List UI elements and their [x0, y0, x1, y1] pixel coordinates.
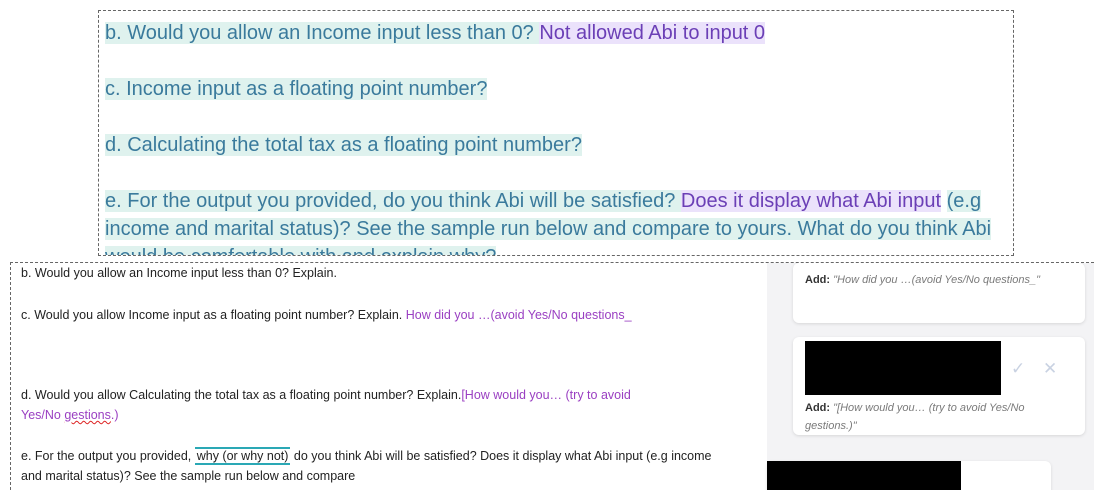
doc-question-c-text: c. Would you allow Income input as a flo… [21, 308, 406, 322]
excerpt-question-d-text: d. Calculating the total tax as a floati… [105, 134, 582, 156]
suggestion-card-text: Add: "[How would you… (try to avoid Yes/… [805, 399, 1077, 435]
excerpt-question-b-text: b. Would you allow an Income input less … [105, 22, 540, 44]
question-excerpt-panel: b. Would you allow an Income input less … [98, 10, 1014, 256]
excerpt-question-b-comment: Not allowed Abi to input 0 [539, 22, 766, 44]
check-icon[interactable]: ✓ [1011, 359, 1025, 379]
suggestion-card-label: Add: [805, 402, 831, 414]
redacted-author [767, 461, 961, 490]
doc-question-c-suggestion[interactable]: How did you …(avoid Yes/No questions_ [406, 308, 632, 322]
comments-sidebar: Add: "How did you …(avoid Yes/No questio… [767, 263, 1094, 490]
suggestion-card[interactable]: ✓ ✕ Add: "[How would you… (try to avoid … [793, 337, 1085, 435]
document-body[interactable]: b. Would you allow an Income input less … [11, 263, 763, 490]
doc-question-d: d. Would you allow Calculating the total… [21, 385, 661, 425]
spelling-error[interactable]: gestions [64, 408, 111, 422]
excerpt-question-e-comment: Does it display what Abi input [680, 190, 942, 212]
excerpt-question-c: c. Income input as a floating point numb… [105, 75, 488, 103]
excerpt-question-d: d. Calculating the total tax as a floati… [105, 131, 582, 159]
redacted-author [805, 341, 1001, 395]
close-icon[interactable]: ✕ [1043, 359, 1057, 379]
doc-question-e: e. For the output you provided, why (or … [21, 446, 721, 486]
excerpt-question-e-text: e. For the output you provided, do you t… [105, 190, 681, 212]
doc-question-c: c. Would you allow Income input as a flo… [21, 305, 661, 325]
inserted-suggestion[interactable]: why (or why not) [194, 447, 291, 465]
doc-question-b: b. Would you allow an Income input less … [21, 266, 337, 280]
suggestion-card-content: "[How would you… (try to avoid Yes/No ge… [805, 402, 1025, 432]
document-view: b. Would you allow an Income input less … [10, 262, 1094, 490]
suggestion-card[interactable] [767, 461, 1051, 490]
excerpt-question-e: e. For the output you provided, do you t… [105, 187, 1013, 255]
suggestion-card[interactable]: Add: "How did you …(avoid Yes/No questio… [793, 263, 1085, 323]
suggestion-card-content: "How did you …(avoid Yes/No questions_" [833, 274, 1041, 286]
excerpt-question-c-text: c. Income input as a floating point numb… [105, 78, 488, 100]
suggestion-card-text: Add: "How did you …(avoid Yes/No questio… [805, 271, 1065, 289]
suggestion-card-label: Add: [805, 274, 831, 286]
doc-question-d-text: d. Would you allow Calculating the total… [21, 388, 462, 402]
excerpt-question-b: b. Would you allow an Income input less … [105, 19, 766, 47]
doc-question-e-text-before: e. For the output you provided, [21, 449, 195, 463]
doc-question-d-suggestion-end: .) [110, 408, 119, 422]
